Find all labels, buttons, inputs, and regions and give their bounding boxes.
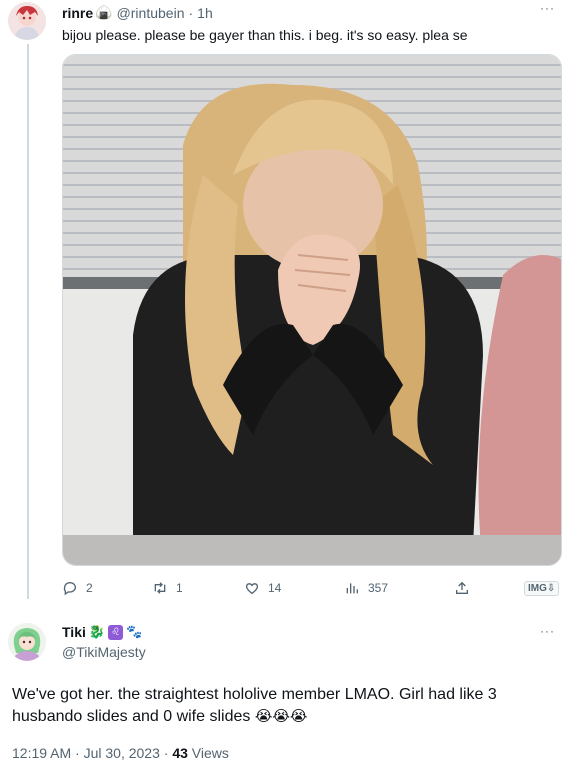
display-name[interactable]: rinre [62, 5, 93, 21]
timestamp[interactable]: 12:19 AM · Jul 30, 2023 · [12, 745, 172, 761]
display-name[interactable]: Tiki [62, 624, 86, 640]
tweet-text: We've got her. the straightest hololive … [12, 684, 557, 728]
like-count: 14 [268, 581, 282, 595]
avatar[interactable] [8, 623, 46, 661]
views-button[interactable]: 357 [344, 580, 388, 596]
retweet-button[interactable]: 1 [152, 580, 183, 596]
like-icon [245, 583, 259, 595]
retweet-icon [154, 582, 166, 594]
timestamp[interactable]: 1h [197, 5, 213, 21]
separator: · [188, 4, 194, 21]
share-icon [456, 581, 468, 594]
reply-button[interactable]: 2 [62, 580, 93, 596]
main-tweet-name-row: Tiki 🐉 ♌ 🐾 [62, 624, 142, 640]
views-label: Views [187, 745, 229, 761]
crying-emoji-icon: 😭😭😭 [254, 708, 308, 725]
leo-icon: ♌ [108, 624, 124, 640]
dragon-icon: 🐉 [88, 624, 106, 639]
tweet-image[interactable] [62, 54, 562, 566]
image-download-badge[interactable]: IMG⇩ [524, 581, 560, 596]
more-icon[interactable]: ··· [540, 624, 555, 638]
views-count: 43 [172, 745, 188, 761]
tweet-actions: 2 1 14 357 IMG⇩ [62, 580, 562, 600]
handle[interactable]: @TikiMajesty [62, 644, 146, 660]
more-icon[interactable]: ··· [540, 1, 555, 15]
reply-count: 2 [86, 581, 93, 595]
tweet-meta: 12:19 AM · Jul 30, 2023 · 43 Views [12, 745, 229, 761]
share-button[interactable] [454, 580, 470, 596]
reply-tweet-header: rinre 🍙 @rintubein · 1h [62, 4, 213, 21]
reply-icon [63, 582, 76, 596]
tweet-text: bijou please. please be gayer than this.… [62, 27, 468, 43]
avatar[interactable] [8, 2, 46, 40]
thread-line [27, 44, 29, 599]
paw-icon: 🐾 [126, 624, 143, 639]
handle[interactable]: @rintubein [117, 5, 185, 21]
like-button[interactable]: 14 [244, 580, 281, 596]
retweet-count: 1 [176, 581, 183, 595]
name-emoji: 🍙 [95, 4, 113, 20]
views-count: 357 [368, 581, 389, 595]
views-icon [346, 583, 358, 594]
